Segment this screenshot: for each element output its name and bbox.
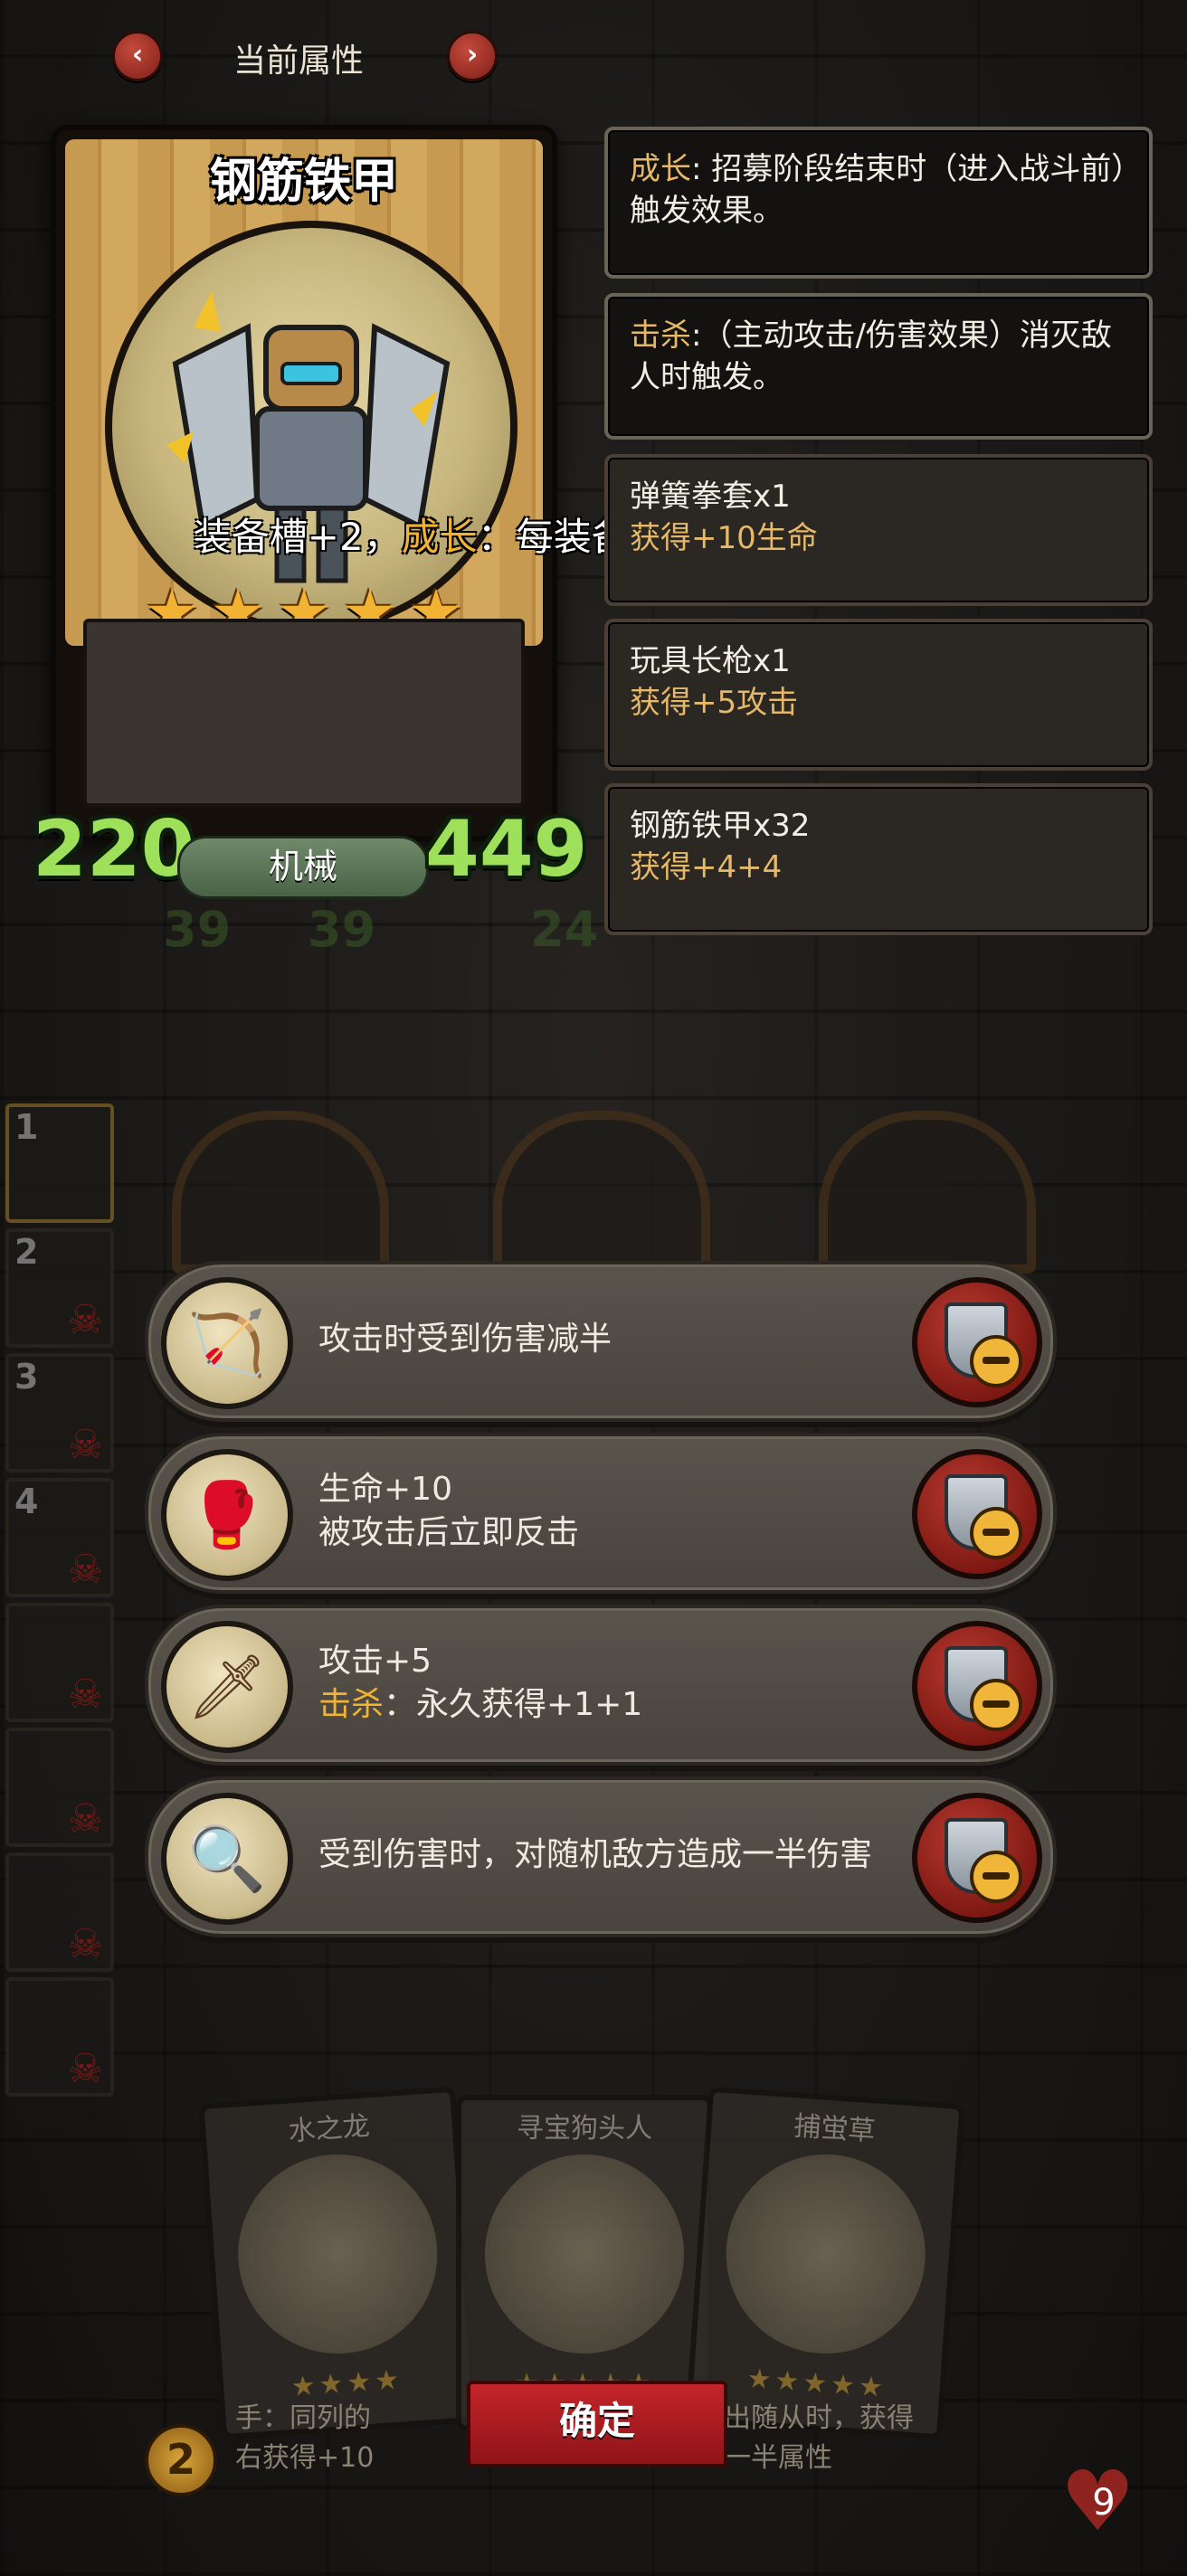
attack-value: 220: [33, 804, 195, 895]
confirm-button[interactable]: 确定: [467, 2381, 727, 2467]
keyword-growth[interactable]: 成长: [402, 515, 478, 559]
mirror-icon: 🔍: [161, 1793, 293, 1925]
gold-counter: 2: [145, 2424, 217, 2496]
equipment-text: 受到伤害时，对随机敌方造成一半伤害: [318, 1780, 881, 1930]
toy-lance-icon: 🗡: [161, 1621, 293, 1753]
keyword-info-kill: 击杀:（主动攻击/伤害效果）消灭敌人时触发。: [604, 293, 1153, 440]
header: ‹ 当前属性 ›: [0, 25, 597, 83]
equipment-row[interactable]: 🏹 攻击时受到伤害减半: [145, 1261, 1057, 1422]
spring-glove-icon: 🥊: [161, 1449, 293, 1581]
snippet-line: 右获得+10: [235, 2442, 375, 2474]
equipment-row[interactable]: 🔍 受到伤害时，对随机敌方造成一半伤害: [145, 1776, 1057, 1937]
keyword-label: 成长: [630, 151, 691, 187]
equipment-row[interactable]: 🥊 生命+10 被攻击后立即反击: [145, 1433, 1057, 1594]
remove-equipment-button[interactable]: [912, 1277, 1042, 1407]
equipment-text: 攻击时受到伤害减半: [318, 1264, 881, 1415]
desc-text: 装备槽+2，: [193, 515, 402, 559]
next-arrow-button[interactable]: ›: [447, 31, 498, 81]
minus-icon: [970, 1851, 1022, 1903]
minus-icon: [970, 1507, 1022, 1559]
equipment-text: 攻击+5 击杀：永久获得+1+1: [318, 1608, 881, 1758]
source-title: 钢筋铁甲x32: [630, 808, 811, 844]
source-panel: 玩具长枪x1 获得+5攻击: [604, 619, 1153, 771]
snippet-line: 手：同列的: [235, 2402, 371, 2434]
chevron-right-icon: ›: [466, 39, 479, 71]
crossbow-icon: 🏹: [161, 1277, 293, 1409]
minus-icon: [970, 1335, 1022, 1387]
shop-card-art: [485, 2155, 684, 2353]
shop-card-art: [231, 2147, 444, 2361]
shop-card-name: 寻宝狗头人: [517, 2113, 652, 2145]
source-panel: 钢筋铁甲x32 获得+4+4: [604, 783, 1153, 935]
shop-card-desc: 手：同列的 右获得+10: [235, 2395, 374, 2475]
prev-arrow-button[interactable]: ‹: [112, 31, 163, 81]
shop-card-art: [719, 2147, 933, 2361]
equipment-line: 攻击+5: [318, 1643, 432, 1680]
shop-card-desc: 出随从时，获得 一半属性: [724, 2395, 914, 2475]
remove-equipment-button[interactable]: [912, 1793, 1042, 1923]
keyword-info-growth: 成长: 招募阶段结束时（进入战斗前）触发效果。: [604, 127, 1153, 279]
lives-counter: 9: [1092, 2482, 1116, 2524]
hero-card: 钢筋铁甲 ★ ★ ★ ★ ★: [51, 125, 557, 841]
remove-equipment-button[interactable]: [912, 1449, 1042, 1579]
keyword-text: :（主动攻击/伤害效果）消灭敌人时触发。: [630, 317, 1112, 395]
source-effect: 获得+5攻击: [630, 685, 799, 721]
source-panel: 弹簧拳套x1 获得+10生命: [604, 454, 1153, 606]
health-value: 449: [425, 804, 588, 895]
hero-portrait: [105, 221, 518, 633]
keyword-kill[interactable]: 击杀: [318, 1686, 384, 1723]
equipment-row[interactable]: 🗡 攻击+5 击杀：永久获得+1+1: [145, 1605, 1057, 1766]
card-name: 钢筋铁甲: [209, 155, 398, 209]
shop-card-name: 水之龙: [287, 2110, 371, 2148]
page-title: 当前属性: [233, 43, 364, 80]
keyword-text: : 招募阶段结束时（进入战斗前）触发效果。: [630, 151, 1127, 229]
snippet-line: 出随从时，获得: [724, 2402, 914, 2434]
shop-card-name: 捕蛍草: [793, 2110, 877, 2148]
equipment-line: 被攻击后立即反击: [318, 1514, 580, 1551]
equipment-line: ：永久获得+1+1: [384, 1686, 643, 1723]
shop-card[interactable]: 水之龙 ★★★★: [198, 2086, 479, 2440]
source-effect: 获得+10生命: [630, 520, 818, 556]
snippet-line: 一半属性: [724, 2442, 832, 2474]
tribe-badge: 机械: [177, 836, 429, 899]
source-effect: 获得+4+4: [630, 849, 783, 886]
source-title: 玩具长枪x1: [630, 643, 791, 679]
chevron-left-icon: ‹: [131, 39, 144, 71]
minus-icon: [970, 1679, 1022, 1731]
card-desc-box: [83, 619, 525, 807]
equipment-line: 受到伤害时，对随机敌方造成一半伤害: [318, 1836, 873, 1873]
source-title: 弹簧拳套x1: [630, 478, 791, 515]
remove-equipment-button[interactable]: [912, 1621, 1042, 1751]
equipment-line: 生命+10: [318, 1471, 452, 1508]
equipment-line: 攻击时受到伤害减半: [318, 1321, 612, 1358]
keyword-label: 击杀: [630, 317, 691, 354]
equipment-text: 生命+10 被攻击后立即反击: [318, 1436, 881, 1586]
mecha-robot-icon: [166, 291, 451, 583]
